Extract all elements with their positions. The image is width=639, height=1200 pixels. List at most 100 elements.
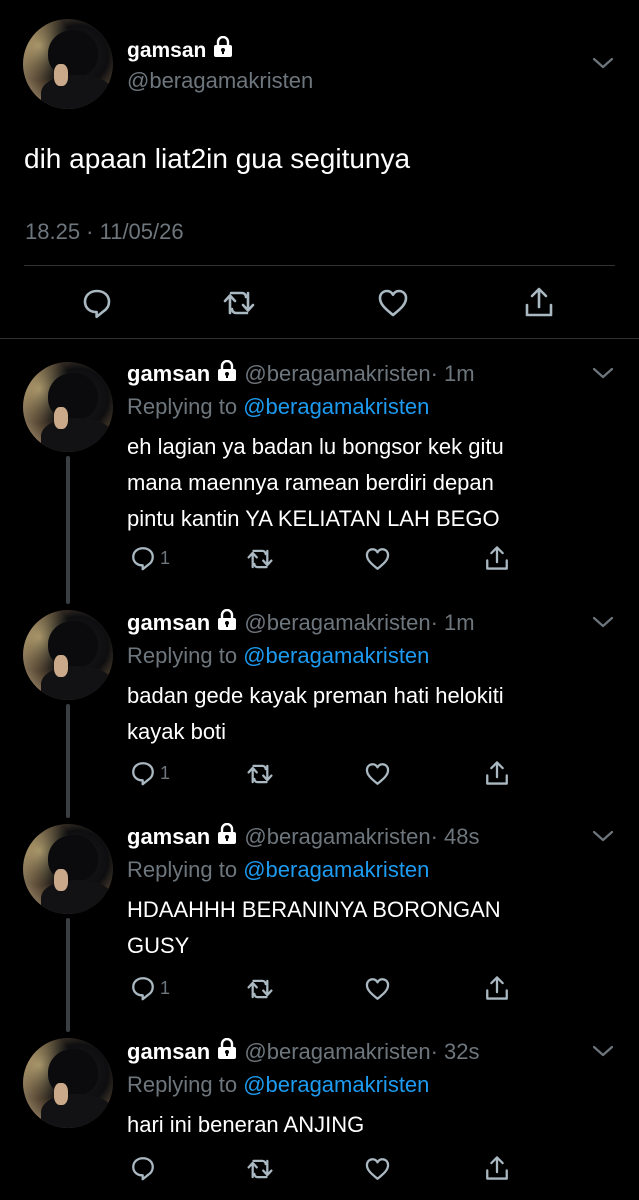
- reply-header: gamsan @beragamakristen· 1m: [127, 359, 475, 389]
- reply-button[interactable]: [130, 1155, 156, 1181]
- heart-icon: [364, 976, 391, 1002]
- reply-text-line: mana maennya ramean berdiri depan: [127, 470, 494, 495]
- retweet-icon: [222, 287, 256, 319]
- reply-text-line: HDAAHHH BERANINYA BORONGAN: [127, 897, 501, 922]
- reply-button[interactable]: 1: [130, 975, 170, 1001]
- replying-label: Replying to: [127, 394, 238, 419]
- divider: [24, 265, 615, 266]
- reply-text: hari ini beneran ANJING: [127, 1107, 364, 1143]
- reply-time[interactable]: · 48s: [431, 824, 480, 849]
- share-button[interactable]: [484, 1154, 510, 1182]
- replying-to: Replying to @beragamakristen: [127, 393, 429, 421]
- retweet-icon: [245, 976, 275, 1002]
- reply-text-line: hari ini beneran ANJING: [127, 1112, 365, 1137]
- author-handle[interactable]: @beragamakristen: [244, 610, 430, 635]
- tweet-timestamp[interactable]: 18.25 · 11/05/26: [25, 218, 184, 246]
- thread-line: [66, 918, 70, 1032]
- replying-to-link[interactable]: @beragamakristen: [243, 394, 429, 419]
- reply-time[interactable]: · 1m: [431, 361, 475, 386]
- retweet-button[interactable]: [245, 976, 275, 1002]
- share-icon: [484, 759, 510, 787]
- avatar[interactable]: [23, 824, 113, 914]
- replying-to-link[interactable]: @beragamakristen: [243, 1072, 429, 1097]
- replying-to: Replying to @beragamakristen: [127, 856, 429, 884]
- lock-icon: [216, 608, 238, 638]
- reply-icon: [130, 975, 156, 1001]
- reply-icon: [130, 545, 156, 571]
- retweet-button[interactable]: [222, 287, 256, 319]
- thread-line: [66, 704, 70, 818]
- reply-count: 1: [160, 547, 171, 568]
- heart-icon: [364, 546, 391, 572]
- author-name[interactable]: gamsan: [127, 39, 206, 62]
- avatar[interactable]: [23, 19, 113, 109]
- reply-text-line: eh lagian ya badan lu bongsor kek gitu: [127, 434, 504, 459]
- author-name[interactable]: gamsan: [127, 1039, 210, 1064]
- retweet-button[interactable]: [245, 1156, 275, 1182]
- replying-label: Replying to: [127, 1072, 238, 1097]
- author-name[interactable]: gamsan: [127, 610, 210, 635]
- chevron-down-icon[interactable]: [591, 55, 615, 76]
- chevron-down-icon[interactable]: [591, 828, 615, 849]
- share-icon: [484, 544, 510, 572]
- author-handle[interactable]: @beragamakristen: [127, 68, 313, 94]
- reply-time[interactable]: · 1m: [431, 610, 475, 635]
- share-icon: [523, 285, 555, 319]
- replying-label: Replying to: [127, 857, 238, 882]
- reply-button[interactable]: 1: [130, 760, 170, 786]
- replying-to: Replying to @beragamakristen: [127, 1071, 429, 1099]
- chevron-down-icon[interactable]: [591, 365, 615, 386]
- retweet-button[interactable]: [245, 546, 275, 572]
- share-button[interactable]: [484, 544, 510, 572]
- reply-text: eh lagian ya badan lu bongsor kek gitu m…: [127, 429, 504, 537]
- reply-count: 1: [160, 762, 171, 783]
- heart-icon: [364, 761, 391, 787]
- reply-header: gamsan @beragamakristen· 32s: [127, 1037, 480, 1067]
- reply-text-line: GUSY: [127, 933, 190, 958]
- replying-to-link[interactable]: @beragamakristen: [243, 643, 429, 668]
- reply-button[interactable]: 1: [130, 545, 170, 571]
- author-handle[interactable]: @beragamakristen: [244, 824, 430, 849]
- chevron-down-icon[interactable]: [591, 614, 615, 635]
- lock-icon: [212, 35, 234, 65]
- author-row: gamsan: [127, 35, 234, 65]
- reply-text-line: badan gede kayak preman hati helokiti: [127, 683, 504, 708]
- like-button[interactable]: [364, 1156, 391, 1182]
- reply-text-line: kayak boti: [127, 719, 227, 744]
- lock-icon: [216, 822, 238, 852]
- reply-text: badan gede kayak preman hati helokiti ka…: [127, 678, 504, 750]
- retweet-icon: [245, 761, 275, 787]
- author-name[interactable]: gamsan: [127, 824, 210, 849]
- author-handle[interactable]: @beragamakristen: [244, 1039, 430, 1064]
- reply-button[interactable]: [81, 287, 113, 319]
- share-button[interactable]: [484, 974, 510, 1002]
- retweet-icon: [245, 546, 275, 572]
- reply-icon: [81, 287, 113, 319]
- share-icon: [484, 974, 510, 1002]
- avatar[interactable]: [23, 362, 113, 452]
- share-button[interactable]: [523, 285, 555, 319]
- reply-time[interactable]: · 32s: [431, 1039, 480, 1064]
- like-button[interactable]: [364, 546, 391, 572]
- lock-icon: [216, 1037, 238, 1067]
- avatar[interactable]: [23, 1038, 113, 1128]
- chevron-down-icon[interactable]: [591, 1043, 615, 1064]
- like-button[interactable]: [377, 287, 409, 319]
- replying-to-link[interactable]: @beragamakristen: [243, 857, 429, 882]
- author-handle[interactable]: @beragamakristen: [244, 361, 430, 386]
- reply-header: gamsan @beragamakristen· 48s: [127, 822, 480, 852]
- reply-header: gamsan @beragamakristen· 1m: [127, 608, 475, 638]
- reply-text-line: pintu kantin YA KELIATAN LAH BEGO: [127, 506, 500, 531]
- share-icon: [484, 1154, 510, 1182]
- share-button[interactable]: [484, 759, 510, 787]
- replying-label: Replying to: [127, 643, 238, 668]
- lock-icon: [216, 359, 238, 389]
- like-button[interactable]: [364, 976, 391, 1002]
- retweet-button[interactable]: [245, 761, 275, 787]
- avatar[interactable]: [23, 610, 113, 700]
- like-button[interactable]: [364, 761, 391, 787]
- author-name[interactable]: gamsan: [127, 361, 210, 386]
- retweet-icon: [245, 1156, 275, 1182]
- reply-icon: [130, 760, 156, 786]
- reply-icon: [130, 1155, 156, 1181]
